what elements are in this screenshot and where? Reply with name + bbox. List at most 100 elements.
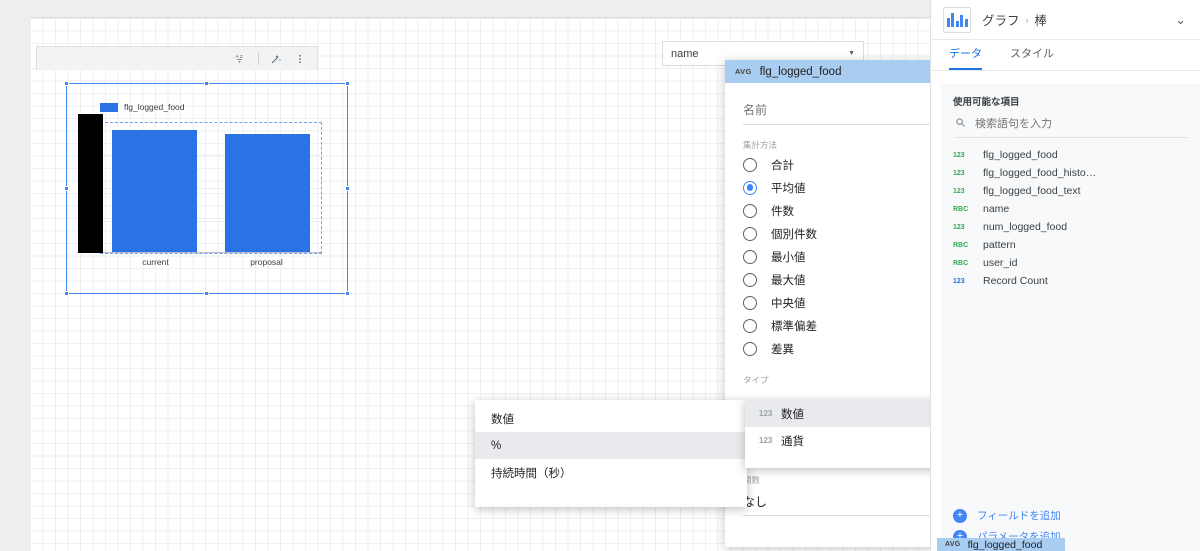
tab-data[interactable]: データ (949, 40, 982, 70)
menu-item-label: % (491, 439, 502, 452)
field-item-pattern[interactable]: RBC pattern (953, 236, 1200, 254)
svg-text:Z: Z (239, 54, 242, 60)
field-name-label: pattern (983, 239, 1016, 251)
field-item-num-logged-food[interactable]: 123 num_logged_food (953, 218, 1200, 236)
radio-label: 合計 (771, 159, 794, 172)
breadcrumb: グラフ › 棒 (982, 10, 1047, 29)
chevron-down-icon[interactable]: ▼ (848, 50, 855, 57)
magic-wand-icon[interactable] (265, 49, 287, 69)
menu-item-duration-seconds[interactable]: 持続時間（秒） (475, 459, 747, 486)
field-type-badge: 123 (953, 151, 965, 159)
radio-icon[interactable] (743, 203, 757, 218)
field-name-label: flg_logged_food (983, 149, 1058, 161)
radio-label: 個別件数 (771, 228, 817, 241)
chart-legend: flg_logged_food (100, 102, 185, 112)
menu-item-label: 数値 (491, 413, 514, 426)
field-chip-label: name (671, 47, 699, 60)
radio-icon[interactable] (743, 226, 757, 241)
dialog-title: flg_logged_food (759, 65, 842, 78)
radio-icon[interactable] (743, 249, 757, 264)
menu-item-label: 通貨 (781, 435, 804, 448)
available-fields-section: 使用可能な項目 123 flg_logged_food 123 flg_logg… (941, 84, 1200, 505)
field-type-badge: 123 (953, 187, 965, 195)
radio-icon[interactable] (743, 272, 757, 287)
radio-label: 標準偏差 (771, 320, 817, 333)
numeric-type-badge: 123 (759, 409, 773, 418)
add-field-label: フィールドを追加 (977, 510, 1061, 522)
legend-label: flg_logged_food (124, 102, 185, 112)
breadcrumb-separator-icon: › (1025, 14, 1029, 25)
radio-label: 平均値 (771, 182, 806, 195)
field-name-label: num_logged_food (983, 221, 1068, 233)
radio-label: 最小値 (771, 251, 806, 264)
field-item-user-id[interactable]: RBC user_id (953, 254, 1200, 272)
svg-text:A: A (235, 54, 239, 60)
aggregation-badge: AVG (735, 67, 752, 76)
chevron-down-icon[interactable]: ⌄ (1175, 12, 1186, 28)
x-tick-label: proposal (250, 257, 283, 267)
field-item-record-count[interactable]: 123 Record Count (953, 272, 1200, 290)
bar-proposal[interactable] (225, 134, 310, 252)
field-item-flg-logged-food-text[interactable]: 123 flg_logged_food_text (953, 182, 1200, 200)
breadcrumb-leaf[interactable]: 棒 (1035, 10, 1048, 29)
chart-widget-toolbar[interactable]: A Z (36, 46, 318, 70)
x-axis-labels: current proposal (100, 257, 322, 267)
field-type-badge: RBC (953, 259, 969, 267)
search-icon (955, 117, 966, 131)
field-name-label: flg_logged_food_text (983, 185, 1081, 197)
bar-current[interactable] (112, 130, 197, 252)
field-type-badge: 123 (953, 223, 965, 231)
menu-item-percent[interactable]: % (475, 432, 747, 459)
radio-label: 件数 (771, 205, 794, 218)
x-axis-line (101, 252, 321, 253)
radio-label: 中央値 (771, 297, 806, 310)
aggregation-badge: AVG (945, 541, 961, 548)
field-name-label: user_id (983, 257, 1018, 269)
field-type-badge: 123 (953, 169, 965, 177)
properties-panel: グラフ › 棒 ⌄ データ スタイル 使用可能な項目 1 (930, 0, 1200, 551)
radio-icon-selected[interactable] (743, 180, 757, 195)
x-tick-label: current (142, 257, 169, 267)
field-item-name[interactable]: RBC name (953, 200, 1200, 218)
radio-icon[interactable] (743, 341, 757, 356)
bar-chart[interactable]: flg_logged_food current proposal (66, 83, 348, 294)
radio-icon[interactable] (743, 318, 757, 333)
field-type-badge: RBC (953, 205, 969, 213)
panel-tabs[interactable]: データ スタイル (931, 40, 1200, 71)
legend-color-swatch (100, 102, 118, 112)
breadcrumb-root[interactable]: グラフ (982, 10, 1020, 29)
tab-style[interactable]: スタイル (1010, 40, 1054, 70)
plus-circle-icon: + (953, 508, 967, 523)
field-name-label: name (983, 203, 1010, 215)
numeric-type-badge: 123 (759, 436, 773, 445)
radio-label: 差異 (771, 343, 794, 356)
field-type-badge: RBC (953, 241, 969, 249)
field-name-label: flg_logged_food_histo… (983, 167, 1097, 179)
available-fields-title: 使用可能な項目 (953, 97, 1020, 108)
format-submenu[interactable]: 数値 % 持続時間（秒） (475, 400, 747, 507)
search-input[interactable] (975, 118, 1125, 130)
panel-header: グラフ › 棒 ⌄ (931, 0, 1200, 40)
sort-az-icon[interactable]: A Z (230, 49, 252, 69)
menu-item-label: 数値 (781, 408, 804, 421)
add-field-button[interactable]: + フィールドを追加 (953, 505, 1200, 526)
field-name-label: Record Count (983, 275, 1048, 287)
field-search-row[interactable] (955, 117, 1188, 138)
menu-item-label: 持続時間（秒） (491, 467, 572, 480)
y-axis-redaction-overlay (78, 114, 103, 253)
menu-item-number[interactable]: 数値 (475, 405, 747, 432)
app-root: A Z flg_logged_food current proposal nam… (0, 0, 1200, 551)
metric-field-chip-partial[interactable]: AVG flg_logged_food (937, 538, 1065, 551)
radio-icon[interactable] (743, 295, 757, 310)
field-item-flg-logged-food[interactable]: 123 flg_logged_food (953, 146, 1200, 164)
field-item-flg-logged-food-histo[interactable]: 123 flg_logged_food_histo… (953, 164, 1200, 182)
canvas-left-gutter (0, 0, 30, 551)
more-vert-icon[interactable] (289, 49, 311, 69)
toolbar-divider (258, 52, 259, 65)
plot-area (100, 122, 322, 254)
bar-chart-icon (943, 6, 971, 33)
field-type-badge: 123 (953, 277, 965, 285)
radio-label: 最大値 (771, 274, 806, 287)
field-chip-label: flg_logged_food (967, 538, 1043, 551)
radio-icon[interactable] (743, 157, 757, 172)
